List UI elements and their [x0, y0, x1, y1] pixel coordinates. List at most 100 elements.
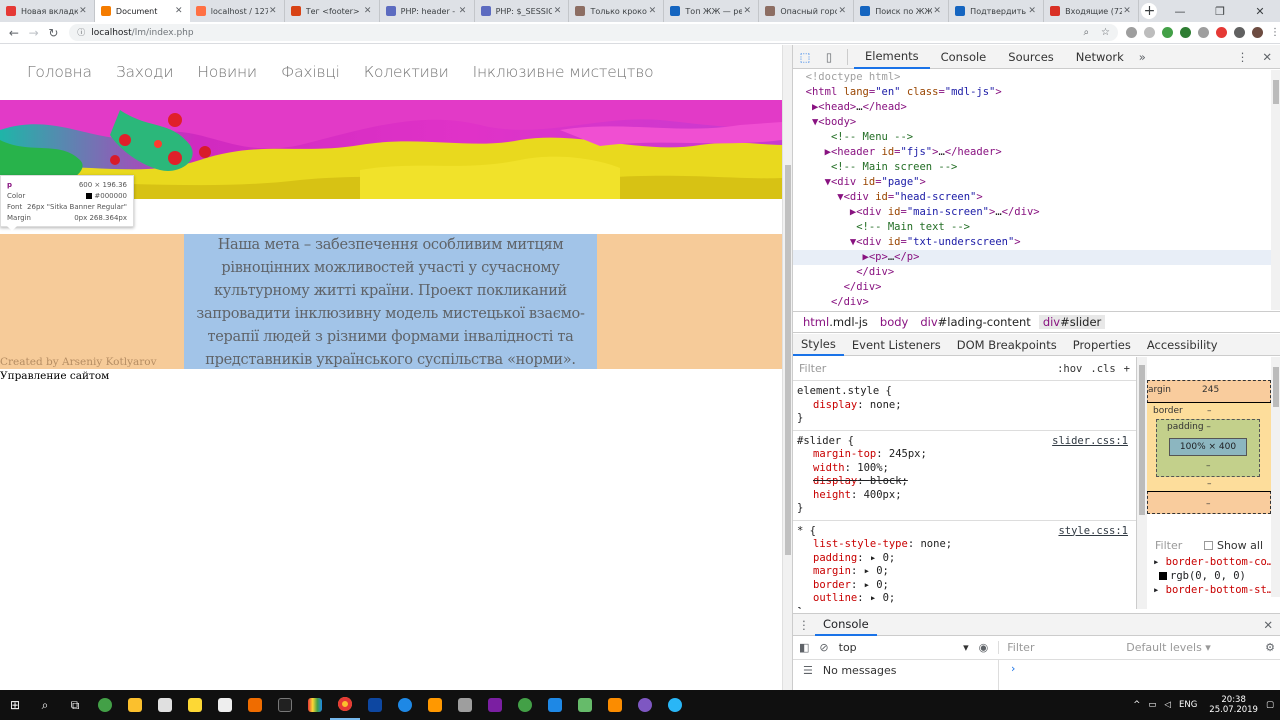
border-top-value[interactable]: –: [1207, 406, 1212, 416]
rule-selector[interactable]: element.style {: [797, 385, 1132, 399]
styles-scrollbar-thumb[interactable]: [1139, 365, 1145, 515]
menu-icon[interactable]: ⋮: [1270, 27, 1280, 38]
devtools-tab[interactable]: Sources: [997, 45, 1065, 69]
console-settings-gear-icon[interactable]: ⚙: [1265, 641, 1275, 654]
drawer-close-icon[interactable]: ✕: [1263, 618, 1280, 632]
extension-icon-1[interactable]: [1126, 27, 1138, 38]
profile-avatar[interactable]: [1252, 27, 1264, 38]
browser-tab[interactable]: Только крокоди✕: [569, 0, 665, 22]
css-declaration[interactable]: outline: ▸ 0;: [797, 592, 1132, 606]
clear-console-icon[interactable]: ⊘: [819, 641, 828, 654]
tray-overflow-icon[interactable]: ^: [1133, 700, 1140, 710]
taskbar-app-terminal-icon[interactable]: [270, 690, 300, 720]
mail-icon[interactable]: [150, 690, 180, 720]
computed-scrollbar-thumb[interactable]: [1273, 367, 1279, 407]
dom-tree[interactable]: <!doctype html> <html lang="en" class="m…: [793, 70, 1271, 310]
language-indicator[interactable]: ENG: [1179, 700, 1197, 710]
tab-close-icon[interactable]: ✕: [932, 6, 942, 16]
css-declaration[interactable]: border: ▸ 0;: [797, 579, 1132, 593]
xampp-icon[interactable]: [600, 690, 630, 720]
chrome-icon[interactable]: [330, 690, 360, 720]
clock[interactable]: 20:38 25.07.2019: [1209, 695, 1258, 715]
browser-tab[interactable]: Входящие (726)✕: [1044, 0, 1140, 22]
site-nav-item[interactable]: Колективи: [364, 63, 449, 81]
breadcrumb-item[interactable]: div#slider: [1038, 315, 1106, 329]
css-declaration[interactable]: display: block;: [797, 475, 1132, 489]
sublime-text-icon[interactable]: [420, 690, 450, 720]
extension-icon-5[interactable]: [1198, 27, 1210, 38]
dom-line[interactable]: ▶<div id="main-screen">…</div>: [793, 205, 1271, 220]
dom-line[interactable]: <!doctype html>: [793, 70, 1271, 85]
tab-close-icon[interactable]: ✕: [837, 6, 847, 16]
cls-toggle[interactable]: .cls: [1090, 363, 1115, 375]
windows-start-icon[interactable]: ⊞: [0, 690, 30, 720]
breadcrumb-item[interactable]: div#lading-content: [916, 315, 1034, 329]
rule-source-link[interactable]: slider.css:1: [1052, 435, 1128, 449]
box-model-content[interactable]: 100% × 400: [1169, 438, 1247, 456]
dom-line[interactable]: ▼<body>: [793, 115, 1271, 130]
dom-scrollbar[interactable]: [1271, 70, 1280, 310]
tab-close-icon[interactable]: ✕: [78, 6, 88, 16]
notifications-icon[interactable]: ▢: [1266, 700, 1274, 710]
dom-line[interactable]: ▶<head>…</head>: [793, 100, 1271, 115]
reload-button-icon[interactable]: ↻: [44, 26, 64, 40]
tab-close-icon[interactable]: ✕: [742, 6, 752, 16]
dom-line[interactable]: ▼<div id="head-screen">: [793, 190, 1271, 205]
telegram-icon[interactable]: [660, 690, 690, 720]
devtools-tab[interactable]: Elements: [854, 45, 930, 69]
site-nav-item[interactable]: Новини: [197, 63, 257, 81]
vscode-icon[interactable]: [540, 690, 570, 720]
new-tab-button[interactable]: +: [1139, 0, 1160, 22]
viber-icon[interactable]: [630, 690, 660, 720]
styles-scrollbar[interactable]: [1137, 357, 1147, 609]
volume-icon[interactable]: ◁: [1164, 700, 1171, 710]
rule-source-link[interactable]: style.css:1: [1058, 525, 1128, 539]
dom-line[interactable]: </div>: [793, 280, 1271, 295]
photoshop-icon[interactable]: [360, 690, 390, 720]
elements-sub-tab[interactable]: Properties: [1065, 334, 1139, 356]
dom-line[interactable]: <!-- Menu -->: [793, 130, 1271, 145]
console-drawer-tab[interactable]: Console: [815, 614, 877, 636]
drawer-menu-icon[interactable]: ⋮: [793, 618, 815, 632]
computed-scrollbar[interactable]: [1271, 357, 1280, 597]
padding-bottom-value[interactable]: –: [1206, 461, 1211, 471]
forward-button-icon[interactable]: →: [24, 26, 44, 40]
log-levels-dropdown[interactable]: Default levels ▾: [1126, 641, 1211, 654]
page-scrollbar[interactable]: [782, 45, 792, 690]
taskbar-app-globe-icon[interactable]: [390, 690, 420, 720]
elements-sub-tab[interactable]: Accessibility: [1139, 334, 1226, 356]
search-icon[interactable]: ⌕: [30, 690, 60, 720]
network-icon[interactable]: ▭: [1148, 700, 1156, 710]
dom-line[interactable]: <!-- Main text -->: [793, 220, 1271, 235]
tab-close-icon[interactable]: ✕: [552, 6, 562, 16]
taskbar-app-green-icon[interactable]: [90, 690, 120, 720]
hov-toggle[interactable]: :hov: [1057, 363, 1082, 375]
browser-tab[interactable]: Топ ЖЖ — рей ✕: [664, 0, 760, 22]
context-selector[interactable]: top ▾: [839, 641, 969, 654]
back-button-icon[interactable]: ←: [4, 26, 24, 40]
taskbar-app-doc-icon[interactable]: [210, 690, 240, 720]
dom-line[interactable]: <html lang="en" class="mdl-js">: [793, 85, 1271, 100]
dom-line-selected[interactable]: ▶<p>…</p>: [793, 250, 1271, 265]
css-declaration[interactable]: margin-top: 245px;: [797, 448, 1132, 462]
margin-top-value[interactable]: 245: [1202, 385, 1219, 395]
new-rule-icon[interactable]: +: [1124, 363, 1130, 375]
elements-sub-tab[interactable]: Event Listeners: [844, 334, 949, 356]
breadcrumb-item[interactable]: body: [876, 315, 912, 329]
styles-filter-input[interactable]: Filter: [799, 362, 1057, 375]
taskbar-app-upload-icon[interactable]: [510, 690, 540, 720]
tab-close-icon[interactable]: ✕: [647, 6, 657, 16]
tab-close-icon[interactable]: ✕: [268, 6, 278, 16]
browser-tab[interactable]: Document ✕: [94, 0, 190, 22]
minimize-icon[interactable]: —: [1160, 0, 1200, 22]
browser-tab[interactable]: Подтвердить ад✕: [949, 0, 1045, 22]
devtools-close-icon[interactable]: ✕: [1262, 50, 1272, 64]
page-scrollbar-thumb[interactable]: [785, 165, 791, 555]
extension-icon-7[interactable]: [1234, 27, 1246, 38]
site-nav-item[interactable]: Інклюзивне мистецтво: [473, 63, 654, 81]
breadcrumb-item[interactable]: html.mdl-js: [799, 315, 872, 329]
css-declaration[interactable]: padding: ▸ 0;: [797, 552, 1132, 566]
css-declaration[interactable]: list-style-type: none;: [797, 538, 1132, 552]
site-nav-item[interactable]: Заходи: [116, 63, 174, 81]
opera-icon[interactable]: [1216, 27, 1228, 38]
